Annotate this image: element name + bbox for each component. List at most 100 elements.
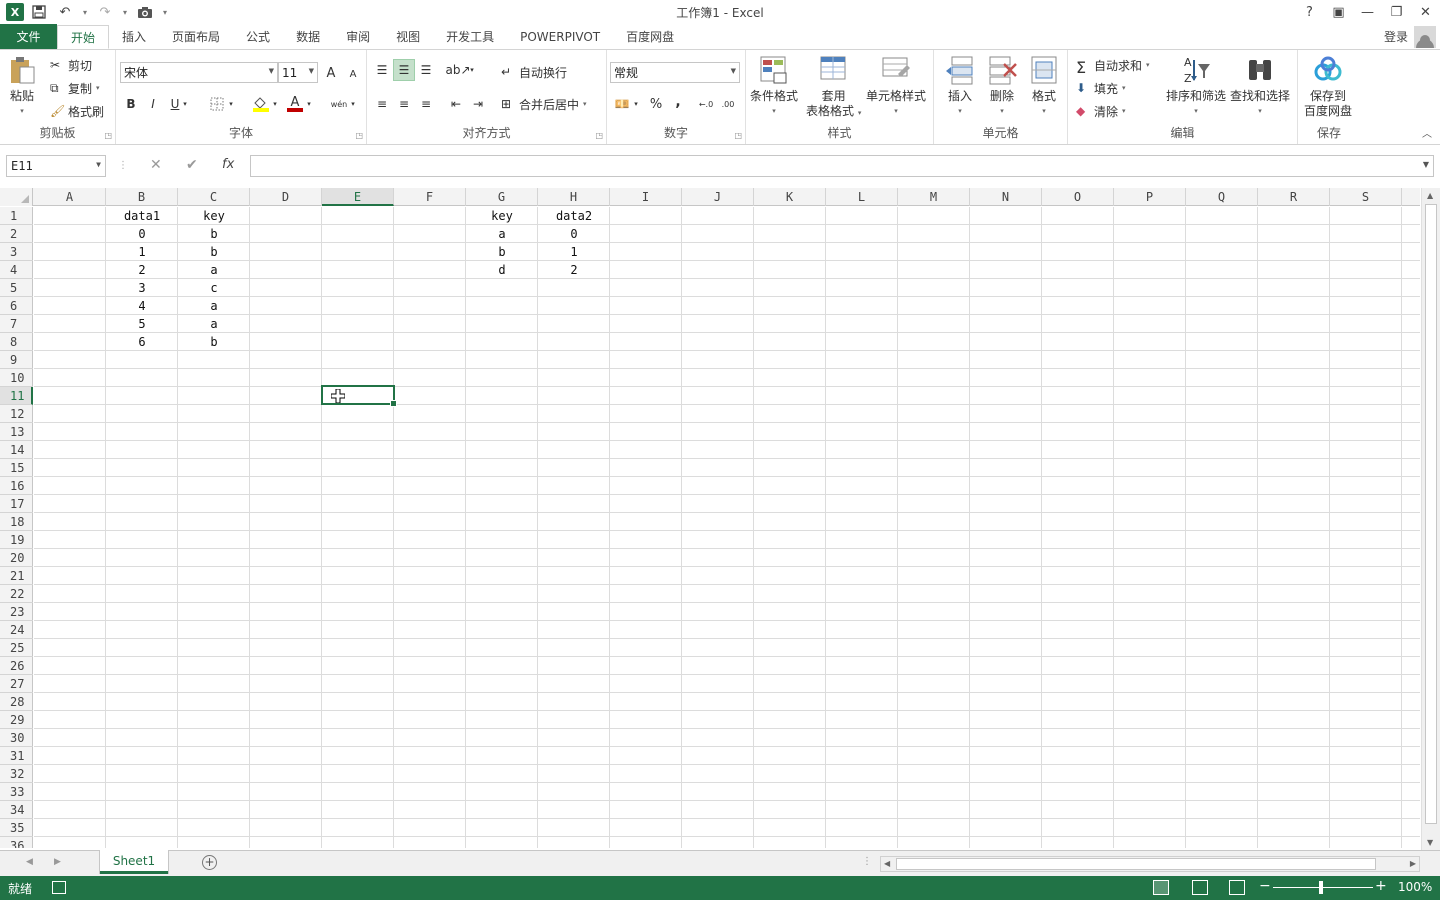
row-header[interactable]: 16 — [0, 477, 33, 495]
cell[interactable]: 0 — [538, 225, 610, 243]
align-center-icon[interactable]: ≡ — [393, 93, 415, 115]
column-header-l[interactable]: L — [826, 188, 898, 206]
row-header[interactable]: 29 — [0, 711, 33, 729]
row-header[interactable]: 14 — [0, 441, 33, 459]
sheet-tab[interactable]: Sheet1 — [100, 850, 168, 874]
avatar[interactable] — [1414, 25, 1436, 48]
cell[interactable]: a — [466, 225, 538, 243]
formula-bar-splitter[interactable]: ⋮ — [118, 160, 128, 171]
orientation-dropdown-icon[interactable]: ▾ — [467, 59, 477, 81]
page-layout-view-icon[interactable] — [1192, 880, 1208, 895]
cell[interactable]: 4 — [106, 297, 178, 315]
help-button[interactable]: ? — [1295, 0, 1324, 24]
row-header[interactable]: 6 — [0, 297, 33, 315]
font-size-combo[interactable]: 11 ▼ — [278, 62, 318, 83]
cell[interactable]: 3 — [106, 279, 178, 297]
restore-button[interactable]: ❐ — [1382, 0, 1411, 24]
dialog-launcher-icon[interactable]: ◳ — [104, 131, 112, 140]
column-header-h[interactable]: H — [538, 188, 610, 206]
cell-area[interactable]: data1 key 0 b 1 b 2 a 3 c 4 a 5 a 6 b key data2 a 0 b 1 d 2 — [34, 207, 1420, 848]
tab-review[interactable]: 审阅 — [333, 24, 383, 49]
conditional-formatting-button[interactable]: 条件格式 ▾ — [750, 54, 798, 119]
horizontal-scroll-thumb[interactable] — [896, 858, 1376, 870]
number-format-combo[interactable]: 常规 ▼ — [610, 62, 740, 83]
borders-icon[interactable] — [206, 93, 228, 115]
tab-split-handle[interactable]: ⋮ — [862, 856, 872, 867]
grow-font-button[interactable]: A — [320, 62, 342, 84]
fill-color-dropdown-icon[interactable]: ▾ — [270, 93, 280, 115]
minimize-button[interactable]: — — [1353, 0, 1382, 24]
row-header[interactable]: 22 — [0, 585, 33, 603]
cell[interactable]: b — [178, 243, 250, 261]
column-header-e[interactable]: E — [322, 188, 394, 206]
column-header-f[interactable]: F — [394, 188, 466, 206]
vertical-scrollbar[interactable]: ▲ ▼ — [1421, 188, 1440, 850]
find-select-button[interactable]: 查找和选择 ▾ — [1230, 54, 1290, 119]
cell[interactable]: 2 — [106, 261, 178, 279]
row-header[interactable]: 28 — [0, 693, 33, 711]
cell-styles-button[interactable]: 单元格样式 ▾ — [866, 54, 926, 119]
tab-data[interactable]: 数据 — [283, 24, 333, 49]
dialog-launcher-icon[interactable]: ◳ — [595, 131, 603, 140]
column-header-a[interactable]: A — [34, 188, 106, 206]
prev-sheet-icon[interactable]: ◀ — [26, 857, 33, 867]
normal-view-icon[interactable] — [1153, 880, 1169, 895]
cell[interactable]: a — [178, 297, 250, 315]
align-right-icon[interactable]: ≡ — [415, 93, 437, 115]
format-as-table-button[interactable]: 套用 表格格式 ▾ — [806, 54, 861, 121]
row-header[interactable]: 23 — [0, 603, 33, 621]
font-color-dropdown-icon[interactable]: ▾ — [304, 93, 314, 115]
insert-cells-button[interactable]: 插入 ▾ — [944, 54, 976, 119]
phonetic-dropdown-icon[interactable]: ▾ — [348, 93, 358, 115]
cell[interactable]: 1 — [106, 243, 178, 261]
row-header[interactable]: 12 — [0, 405, 33, 423]
copy-button[interactable]: ⧉ 复制 ▾ — [50, 78, 100, 98]
autosum-dropdown-icon[interactable]: ▾ — [1146, 61, 1150, 69]
row-header[interactable]: 17 — [0, 495, 33, 513]
zoom-in-button[interactable]: + — [1375, 878, 1387, 894]
cell[interactable]: b — [466, 243, 538, 261]
row-header[interactable]: 18 — [0, 513, 33, 531]
accounting-format-icon[interactable]: 💴 — [611, 93, 633, 115]
borders-dropdown-icon[interactable]: ▾ — [226, 93, 236, 115]
clear-button[interactable]: ◆ 清除 ▾ — [1076, 101, 1126, 121]
format-painter-button[interactable]: 🖌 格式刷 — [50, 101, 104, 121]
paste-dropdown-icon[interactable]: ▾ — [20, 104, 24, 119]
formula-input[interactable]: ▼ — [250, 155, 1434, 177]
format-cells-button[interactable]: 格式 ▾ — [1028, 54, 1060, 119]
underline-dropdown-icon[interactable]: ▾ — [180, 93, 190, 115]
zoom-out-button[interactable]: − — [1259, 878, 1271, 894]
column-header-g[interactable]: G — [466, 188, 538, 206]
cell[interactable]: 1 — [538, 243, 610, 261]
row-header[interactable]: 5 — [0, 279, 33, 297]
row-header[interactable]: 1 — [0, 207, 33, 225]
column-header-r[interactable]: R — [1258, 188, 1330, 206]
percent-style-button[interactable]: % — [645, 93, 667, 115]
clear-dropdown-icon[interactable]: ▾ — [1122, 107, 1126, 115]
sort-filter-button[interactable]: AZ 排序和筛选 ▾ — [1166, 54, 1226, 119]
tab-home[interactable]: 开始 — [57, 25, 110, 49]
column-header-m[interactable]: M — [898, 188, 970, 206]
row-header[interactable]: 19 — [0, 531, 33, 549]
cut-button[interactable]: ✂ 剪切 — [50, 55, 92, 75]
tab-formulas[interactable]: 公式 — [233, 24, 283, 49]
tab-page-layout[interactable]: 页面布局 — [159, 24, 233, 49]
italic-button[interactable]: I — [142, 93, 164, 115]
cell[interactable]: key — [466, 207, 538, 225]
row-header[interactable]: 15 — [0, 459, 33, 477]
comma-style-button[interactable]: , — [667, 91, 689, 113]
tab-view[interactable]: 视图 — [383, 24, 433, 49]
row-header[interactable]: 34 — [0, 801, 33, 819]
row-header[interactable]: 25 — [0, 639, 33, 657]
wrap-text-button[interactable]: ↵ 自动换行 — [501, 62, 567, 82]
name-box[interactable]: E11 ▼ — [6, 155, 106, 177]
expand-formula-bar-icon[interactable]: ▼ — [1423, 160, 1429, 169]
row-header[interactable]: 30 — [0, 729, 33, 747]
zoom-slider-track[interactable] — [1273, 887, 1373, 888]
row-header[interactable]: 21 — [0, 567, 33, 585]
row-header[interactable]: 20 — [0, 549, 33, 567]
fill-color-icon[interactable] — [250, 93, 272, 115]
tab-insert[interactable]: 插入 — [109, 24, 159, 49]
merge-center-button[interactable]: ⊞ 合并后居中 ▾ — [501, 94, 587, 114]
column-header-k[interactable]: K — [754, 188, 826, 206]
